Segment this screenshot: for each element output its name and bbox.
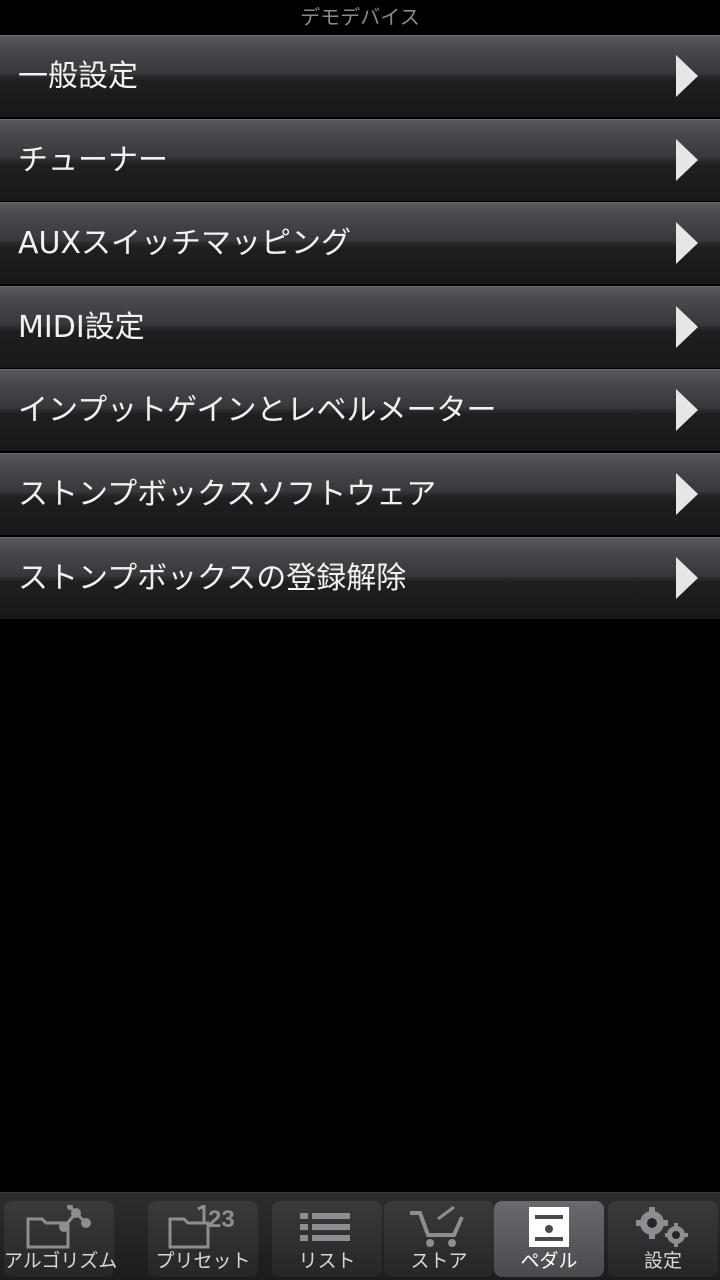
menu-item-label: インプットゲインとレベルメーター xyxy=(18,393,497,429)
menu-item-label: 一般設定 xyxy=(18,59,138,94)
tab-list[interactable]: リスト xyxy=(272,1201,382,1277)
menu-item-aux-switch-mapping[interactable]: AUXスイッチマッピング xyxy=(0,202,720,285)
menu-item-label: ストンプボックスソフトウェア xyxy=(18,476,437,512)
menu-item-midi-settings[interactable]: MIDI設定 xyxy=(0,285,720,368)
page-title: デモデバイス xyxy=(300,5,420,29)
tab-label: ペダル xyxy=(520,1250,578,1272)
chevron-right-icon xyxy=(676,222,698,265)
tab-label: プリセット xyxy=(155,1250,251,1272)
tab-label: ストア xyxy=(410,1250,468,1272)
chevron-right-icon xyxy=(676,305,698,348)
tab-preset[interactable]: 23 プリセット xyxy=(148,1201,258,1277)
menu-item-input-gain-level-meter[interactable]: インプットゲインとレベルメーター xyxy=(0,369,720,452)
pedal-icon xyxy=(529,1207,569,1247)
cart-icon xyxy=(410,1205,464,1247)
algorithm-folder-icon xyxy=(26,1205,91,1249)
chevron-right-icon xyxy=(676,55,698,97)
menu-item-general-settings[interactable]: 一般設定 xyxy=(0,35,720,117)
tab-label: 設定 xyxy=(643,1250,682,1272)
tab-store[interactable]: ストア xyxy=(384,1201,494,1277)
tab-label: リスト xyxy=(298,1250,356,1272)
title-bar: デモデバイス xyxy=(0,0,720,34)
menu-item-label: ストンプボックスの登録解除 xyxy=(18,560,407,596)
preset-folder-icon: 23 xyxy=(168,1205,235,1249)
chevron-right-icon xyxy=(676,556,698,599)
chevron-right-icon xyxy=(676,138,698,181)
tab-pedal[interactable]: ペダル xyxy=(494,1201,604,1277)
menu-item-label: チューナー xyxy=(18,142,168,178)
tab-bar: アルゴリズム 23 プリセット リスト ストア ペダル 設定 xyxy=(0,1192,720,1280)
preset-icon-number: 23 xyxy=(208,1206,235,1233)
menu-item-stompbox-software[interactable]: ストンプボックスソフトウェア xyxy=(0,452,720,535)
chevron-right-icon xyxy=(676,389,698,432)
tab-settings[interactable]: 設定 xyxy=(608,1201,718,1277)
tab-label: アルゴリズム xyxy=(4,1250,118,1272)
chevron-right-icon xyxy=(676,472,698,515)
menu-item-tuner[interactable]: チューナー xyxy=(0,118,720,201)
settings-menu: 一般設定 チューナー AUXスイッチマッピング MIDI設定 インプットゲインと… xyxy=(0,35,720,620)
list-icon xyxy=(300,1213,350,1241)
menu-item-label: MIDI設定 xyxy=(18,309,145,345)
screen: デモデバイス 一般設定 チューナー AUXスイッチマッピング MIDI設定 イン… xyxy=(0,0,720,1280)
gears-icon xyxy=(636,1207,688,1247)
menu-item-label: AUXスイッチマッピング xyxy=(18,226,352,262)
menu-item-stompbox-unregister[interactable]: ストンプボックスの登録解除 xyxy=(0,536,720,619)
tab-algorithm[interactable]: アルゴリズム xyxy=(4,1201,118,1277)
